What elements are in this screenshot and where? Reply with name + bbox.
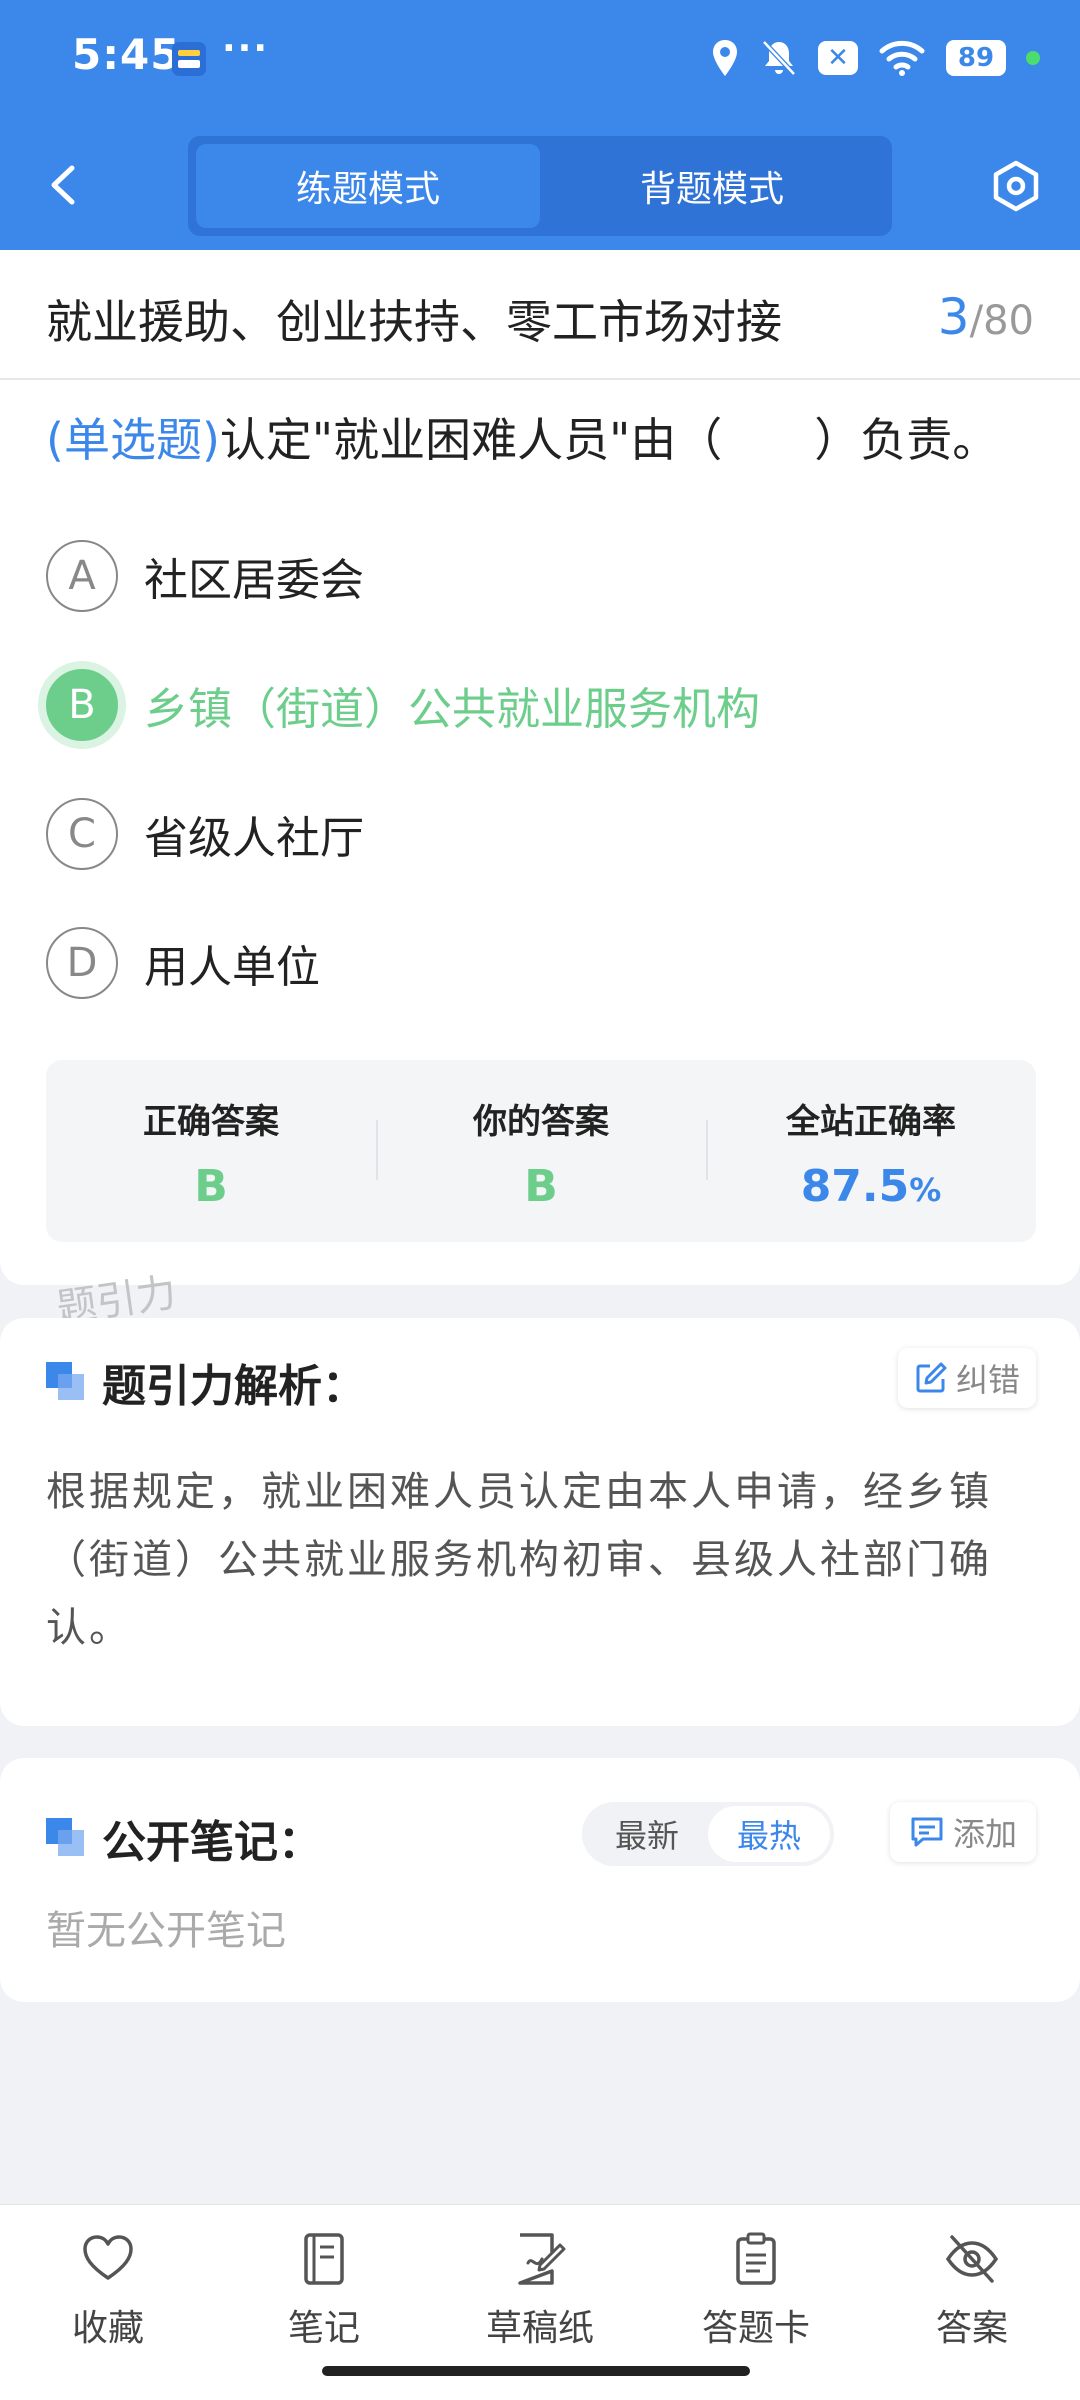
option-letter: B	[46, 669, 118, 741]
analysis-title-text: 题引力解析：	[102, 1361, 366, 1412]
question-card: (单选题)认定"就业困难人员"由（ ）负责。 A 社区居委会 B 乡镇（街道）公…	[0, 380, 1080, 1285]
show-answer-button[interactable]: 答案	[872, 2231, 1072, 2351]
chapter-title: 就业援助、创业扶持、零工市场对接	[46, 295, 782, 349]
current-question-number: 3	[937, 288, 970, 346]
notes-title-text: 公开笔记：	[102, 1817, 322, 1868]
answer-card-button[interactable]: 答题卡	[656, 2231, 856, 2351]
tab-memorize-mode[interactable]: 背题模式	[540, 144, 884, 228]
status-bar: 5:45 ··· ✕ 89	[0, 0, 1080, 115]
stat-label: 全站正确率	[786, 1102, 956, 1142]
your-answer-value: B	[524, 1161, 558, 1212]
more-notifications-icon: ···	[222, 28, 270, 69]
analysis-title: 题引力解析：	[46, 1350, 366, 1414]
empty-notes-text: 暂无公开笔记	[46, 1908, 286, 1954]
back-icon[interactable]	[40, 160, 90, 210]
stat-label: 正确答案	[143, 1102, 279, 1142]
notes-button[interactable]: 笔记	[224, 2231, 424, 2351]
home-indicator[interactable]	[322, 2366, 750, 2376]
wallet-app-icon	[172, 42, 206, 76]
analysis-text: 根据规定，就业困难人员认定由本人申请，经乡镇（街道）公共就业服务机构初审、县级人…	[46, 1469, 992, 1651]
analysis-card: 题引力解析： 纠错 根据规定，就业困难人员认定由本人申请，经乡镇（街道）公共就业…	[0, 1318, 1080, 1726]
tab-practice-mode[interactable]: 练题模式	[196, 144, 540, 228]
accuracy-stat: 全站正确率 87.5%	[706, 1060, 1036, 1242]
edit-icon	[916, 1362, 947, 1393]
comment-icon	[911, 1817, 943, 1847]
draft-paper-label: 草稿纸	[485, 2308, 594, 2349]
option-letter: D	[46, 927, 118, 999]
option-b[interactable]: B 乡镇（街道）公共就业服务机构	[46, 665, 1026, 745]
option-letter: C	[46, 798, 118, 870]
eye-off-icon	[945, 2235, 999, 2283]
correct-answer-value: B	[194, 1161, 228, 1212]
answer-stats: 正确答案 B 你的答案 B 全站正确率 87.5%	[46, 1060, 1036, 1242]
correct-answer-stat: 正确答案 B	[46, 1060, 376, 1242]
favorite-label: 收藏	[71, 2308, 144, 2349]
mode-switch: 练题模式 背题模式	[188, 136, 892, 236]
section-mark-icon	[46, 1818, 86, 1858]
privacy-indicator-dot	[1026, 51, 1040, 65]
option-text: 乡镇（街道）公共就业服务机构	[144, 684, 760, 735]
battery-icon: 89	[946, 40, 1006, 76]
progress-separator: /	[969, 298, 984, 344]
option-a[interactable]: A 社区居委会	[46, 536, 1026, 616]
chapter-bar: 就业援助、创业扶持、零工市场对接 3/80	[0, 250, 1080, 380]
option-c[interactable]: C 省级人社厅	[46, 794, 1026, 874]
wifi-icon	[879, 40, 925, 76]
accuracy-number: 87.5	[800, 1161, 910, 1212]
status-icons: ✕ 89	[710, 34, 1040, 82]
option-letter: A	[46, 540, 118, 612]
heart-icon	[83, 2235, 133, 2280]
sort-latest-button[interactable]: 最新	[586, 1806, 708, 1862]
accuracy-value: 87.5%	[706, 1161, 1036, 1212]
public-notes-card: 公开笔记： 最新 最热 添加 暂无公开笔记	[0, 1758, 1080, 2002]
notes-label: 笔记	[287, 2308, 360, 2349]
section-mark-icon	[46, 1362, 86, 1402]
report-error-label: 纠错	[955, 1361, 1020, 1399]
answer-card-icon	[736, 2232, 776, 2285]
accuracy-unit: %	[909, 1171, 942, 1209]
total-questions: 80	[983, 298, 1034, 344]
notes-title: 公开笔记：	[46, 1806, 322, 1870]
notebook-icon	[304, 2233, 344, 2285]
question-type: (单选题)	[46, 413, 220, 467]
option-text: 省级人社厅	[144, 813, 364, 864]
draft-paper-icon	[518, 2233, 566, 2285]
option-d[interactable]: D 用人单位	[46, 923, 1026, 1003]
settings-icon[interactable]	[988, 158, 1044, 214]
bell-muted-icon	[762, 40, 796, 76]
add-note-label: 添加	[952, 1815, 1017, 1853]
location-icon	[713, 40, 737, 76]
add-note-button[interactable]: 添加	[890, 1802, 1036, 1862]
draft-paper-button[interactable]: 草稿纸	[440, 2231, 640, 2351]
app-header: 5:45 ··· ✕ 89 练题模式 背题模式	[0, 0, 1080, 250]
report-error-button[interactable]: 纠错	[898, 1348, 1036, 1408]
answer-label: 答案	[935, 2308, 1008, 2349]
x-app-icon: ✕	[818, 41, 858, 75]
favorite-button[interactable]: 收藏	[8, 2231, 208, 2351]
notes-sort-toggle: 最新 最热	[582, 1802, 834, 1866]
sort-hot-button[interactable]: 最热	[708, 1806, 830, 1862]
question-progress: 3/80	[938, 288, 1034, 346]
status-time: 5:45	[72, 30, 181, 79]
question-text: 认定"就业困难人员"由（ ）负责。	[219, 413, 999, 467]
option-text: 用人单位	[144, 942, 320, 993]
stat-label: 你的答案	[473, 1102, 609, 1142]
question-stem: (单选题)认定"就业困难人员"由（ ）负责。	[46, 408, 1046, 472]
your-answer-stat: 你的答案 B	[376, 1060, 706, 1242]
answer-card-label: 答题卡	[701, 2308, 810, 2349]
option-text: 社区居委会	[144, 555, 364, 606]
